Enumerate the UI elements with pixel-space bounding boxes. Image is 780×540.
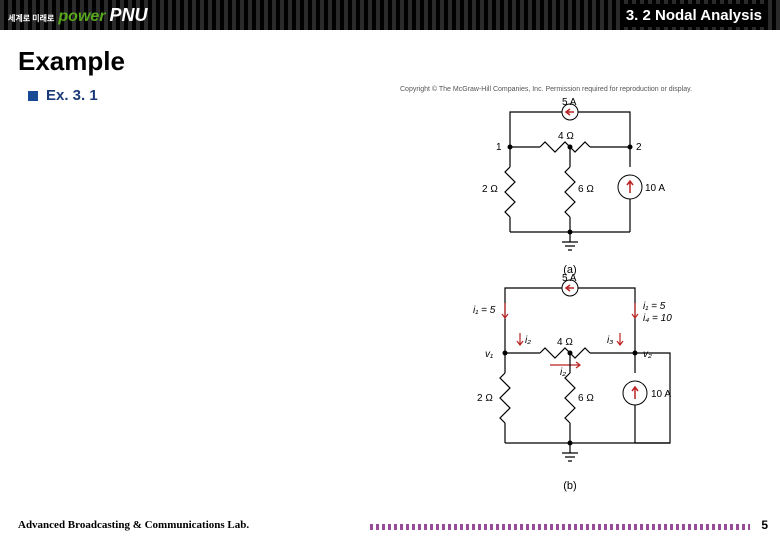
- footer-dots: [370, 524, 750, 530]
- label-10a-b: 10 A: [651, 389, 671, 400]
- page-number: 5: [761, 518, 768, 532]
- label-6ohm-b: 6 Ω: [578, 393, 594, 404]
- label-i4: i₄ = 10: [643, 313, 672, 324]
- diagram-area: Copyright © The McGraw-Hill Companies, I…: [400, 86, 740, 499]
- label-10a: 10 A: [645, 183, 665, 194]
- label-i2b: i₂: [560, 367, 566, 378]
- label-4ohm-b: 4 Ω: [557, 337, 573, 348]
- circuit-b: 5 A i₁ = 5 i₁ = 5 i₄ = 10 i₂ i₃ v₁ v₂ 4 …: [435, 273, 705, 483]
- label-i3: i₃: [607, 335, 613, 346]
- label-v1: v₁: [485, 349, 493, 360]
- slide-header: 세계로 미래로 power PNU 3. 2 Nodal Analysis: [0, 0, 780, 30]
- circuit-b-svg: 5 A i₁ = 5 i₁ = 5 i₄ = 10 i₂ i₃ v₁ v₂ 4 …: [435, 273, 705, 473]
- caption-b: (b): [435, 480, 705, 492]
- label-2ohm-b: 2 Ω: [477, 393, 493, 404]
- header-left: 세계로 미래로 power PNU: [0, 5, 148, 26]
- header-small-text: 세계로 미래로: [8, 13, 54, 24]
- slide-footer: Advanced Broadcasting & Communications L…: [0, 514, 780, 536]
- footer-lab: Advanced Broadcasting & Communications L…: [0, 519, 249, 531]
- label-i1: i₁ = 5: [473, 305, 496, 316]
- bullet-icon: [28, 91, 38, 101]
- circuit-a: 5 A 1 2 4 Ω 2 Ω 6 Ω 10 A: [440, 97, 700, 257]
- section-title: 3. 2 Nodal Analysis: [620, 4, 768, 27]
- label-v2: v₂: [643, 349, 652, 360]
- label-i2: i₂: [525, 335, 531, 346]
- label-5a-b: 5 A: [562, 273, 577, 284]
- label-6ohm: 6 Ω: [578, 184, 594, 195]
- power-brand: power: [58, 8, 105, 26]
- copyright-text: Copyright © The McGraw-Hill Companies, I…: [400, 86, 740, 93]
- circuit-a-svg: 5 A 1 2 4 Ω 2 Ω 6 Ω 10 A: [440, 97, 700, 257]
- label-4ohm: 4 Ω: [558, 131, 574, 142]
- label-i1r: i₁ = 5: [643, 301, 666, 312]
- label-5a: 5 A: [562, 97, 577, 108]
- label-2ohm: 2 Ω: [482, 184, 498, 195]
- pnu-brand: PNU: [110, 5, 148, 26]
- example-label: Ex. 3. 1: [46, 87, 98, 104]
- label-node1: 1: [496, 142, 502, 153]
- label-node2: 2: [636, 142, 642, 153]
- page-title: Example: [18, 46, 780, 77]
